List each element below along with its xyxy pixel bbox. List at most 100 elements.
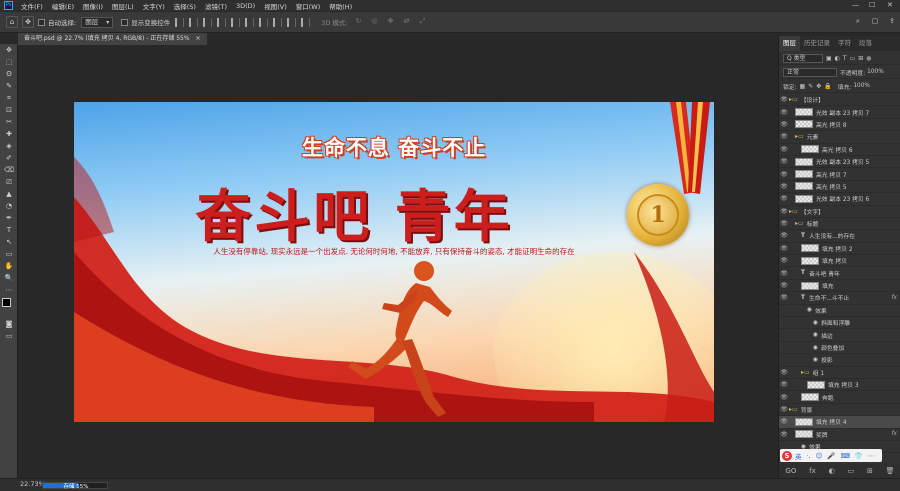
ime-more-icon[interactable]: ⋯ <box>868 452 875 460</box>
visibility-eye-icon[interactable]: 👁 <box>779 431 789 438</box>
close-tab-icon[interactable]: × <box>195 35 200 42</box>
document-tab[interactable]: 奋斗吧.psd @ 22.7% (填充 拷贝 4, RGB/8) - 正在存储 … <box>18 33 207 45</box>
opacity-value[interactable]: 100% <box>867 69 884 75</box>
hand-tool-icon[interactable]: ✋ <box>0 260 18 272</box>
canvas-area[interactable]: 生命不息 奋斗不止 奋斗吧 青年 人生没有停靠站, 现实永远是一个出发点. 无论… <box>18 45 776 483</box>
fill-value[interactable]: 100% <box>853 83 870 89</box>
visibility-eye-icon[interactable]: 👁 <box>779 183 789 190</box>
share-icon[interactable]: ⇪ <box>886 16 898 28</box>
ime-emoji-icon[interactable]: ☺ <box>816 452 823 460</box>
visibility-eye-icon[interactable]: 👁 <box>779 220 789 227</box>
lock-transparency-icon[interactable]: ▦ <box>800 83 806 90</box>
align-middle-icon[interactable] <box>231 17 241 27</box>
layer-row[interactable]: 👁 奖牌 fx <box>779 429 900 441</box>
align-bottom-icon[interactable] <box>245 17 255 27</box>
maximize-button[interactable]: ☐ <box>869 1 875 9</box>
layer-style-icon[interactable]: fx <box>809 467 816 475</box>
layer-row[interactable]: 👁 填充 <box>779 280 900 293</box>
screen-mode-icon[interactable]: ▭ <box>0 330 18 342</box>
workspace-icon[interactable]: ▢ <box>869 16 881 28</box>
layer-row[interactable]: 👁 光效 副本 23 拷贝 7 <box>779 106 900 119</box>
filter-toggle-icon[interactable]: ● <box>866 55 871 62</box>
filter-pixel-icon[interactable]: ▣ <box>826 55 832 62</box>
lock-pixels-icon[interactable]: ✎ <box>808 83 813 90</box>
menu-layer[interactable]: 图层(L) <box>112 1 134 11</box>
layer-group-row[interactable]: 👁 ▸▭ 【文字】 <box>779 206 900 218</box>
layer-fx-badge[interactable]: fx <box>892 295 897 301</box>
blend-mode-select[interactable]: 正常 <box>783 67 837 77</box>
poster-artwork[interactable]: 生命不息 奋斗不止 奋斗吧 青年 人生没有停靠站, 现实永远是一个出发点. 无论… <box>74 102 714 422</box>
add-mask-icon[interactable]: ▭ <box>848 467 855 475</box>
lasso-tool-icon[interactable]: ʘ <box>0 68 18 80</box>
layer-effect-row[interactable]: ◉投影 <box>779 354 900 367</box>
folder-icon[interactable]: ▸▭ <box>801 369 810 376</box>
photoshop-logo[interactable]: Ps <box>4 1 13 10</box>
quick-mask-icon[interactable]: ◙ <box>0 318 18 330</box>
layer-group-row[interactable]: 👁 ▸▭ 组 1 <box>779 367 900 379</box>
align-left-icon[interactable] <box>175 17 185 27</box>
layer-group-row[interactable]: 👁 ▸▭ 【设计】 <box>779 94 900 107</box>
visibility-eye-icon[interactable]: 👁 <box>779 195 789 202</box>
layer-effect-row[interactable]: ◉ 描边 <box>779 329 900 342</box>
visibility-eye-icon[interactable]: 👁 <box>779 245 789 252</box>
ime-language-toggle[interactable]: 英 <box>795 451 802 461</box>
visibility-eye-icon[interactable]: 👁 <box>779 294 789 301</box>
visibility-eye-icon[interactable]: 👁 <box>779 418 789 425</box>
layer-row[interactable]: 👁 T 奋斗吧 青年 <box>779 267 900 280</box>
layer-row[interactable]: 👁 光效 副本 23 拷贝 5 <box>779 156 900 169</box>
visibility-eye-icon[interactable]: 👁 <box>779 270 789 277</box>
effect-eye-icon[interactable]: ◉ <box>813 357 818 363</box>
effect-eye-icon[interactable]: ◉ <box>807 307 812 313</box>
brush-tool-icon[interactable]: ◈ <box>0 140 18 152</box>
3d-rotate-icon[interactable]: ↻ <box>353 16 365 28</box>
ime-skin-icon[interactable]: 👕 <box>855 452 863 460</box>
visibility-eye-icon[interactable]: 👁 <box>779 133 789 140</box>
folder-icon[interactable]: ▸▭ <box>789 96 798 103</box>
shape-tool-icon[interactable]: ▭ <box>0 248 18 260</box>
ime-voice-icon[interactable]: 🎤 <box>827 452 835 460</box>
layer-effect-row[interactable]: ◉效果 <box>779 305 900 318</box>
tab-history[interactable]: 历史记录 <box>800 36 834 51</box>
visibility-eye-icon[interactable]: 👁 <box>779 171 789 178</box>
menu-select[interactable]: 选择(S) <box>174 1 196 11</box>
filter-type-icon[interactable]: T <box>843 55 847 62</box>
align-top-icon[interactable] <box>217 17 227 27</box>
blur-tool-icon[interactable]: ▲ <box>0 188 18 200</box>
layer-row[interactable]: 👁 填充 拷贝 2 <box>779 243 900 256</box>
menu-3d[interactable]: 3D(D) <box>236 2 255 10</box>
dodge-tool-icon[interactable]: ◔ <box>0 200 18 212</box>
visibility-eye-icon[interactable]: 👁 <box>779 121 789 128</box>
adjustment-layer-icon[interactable]: ◐ <box>829 467 835 475</box>
layer-row[interactable]: 👁 奔跑 <box>779 391 900 404</box>
layer-row[interactable]: 👁 高光 拷贝 7 <box>779 168 900 181</box>
filter-adjust-icon[interactable]: ◐ <box>835 55 840 62</box>
move-tool-preset-icon[interactable]: ✥ <box>22 16 34 28</box>
visibility-eye-icon[interactable]: 👁 <box>779 282 789 289</box>
marquee-tool-icon[interactable]: ⬚ <box>0 56 18 68</box>
3d-slide-icon[interactable]: ⇄ <box>401 16 413 28</box>
lock-all-icon[interactable]: 🔒 <box>824 83 831 90</box>
menu-file[interactable]: 文件(F) <box>21 1 43 11</box>
auto-select-target-select[interactable]: 图层 <box>81 16 114 28</box>
more-tools-icon[interactable]: ⋯ <box>0 284 18 296</box>
show-transform-checkbox[interactable] <box>121 18 129 26</box>
effect-eye-icon[interactable]: ◉ <box>813 345 818 351</box>
folder-icon[interactable]: ▸▭ <box>795 133 804 140</box>
layer-row[interactable]: 👁 填充 拷贝 4 <box>779 416 900 429</box>
home-icon[interactable]: ⌂ <box>6 16 18 28</box>
layer-effect-row[interactable]: ◉ 斜面和浮雕 <box>779 317 900 330</box>
menu-edit[interactable]: 编辑(E) <box>52 1 74 11</box>
visibility-eye-icon[interactable]: 👁 <box>779 381 789 388</box>
menu-view[interactable]: 视图(V) <box>264 1 287 11</box>
visibility-eye-icon[interactable]: 👁 <box>779 158 789 165</box>
distribute-right-icon[interactable] <box>287 17 297 27</box>
gradient-tool-icon[interactable]: ⎚ <box>0 176 18 188</box>
tab-paragraph[interactable]: 段落 <box>855 36 876 51</box>
visibility-eye-icon[interactable]: 👁 <box>779 146 789 153</box>
eraser-tool-icon[interactable]: ⌫ <box>0 164 18 176</box>
layer-row[interactable]: 👁 填充 拷贝 3 <box>779 379 900 392</box>
sogou-logo-icon[interactable]: S <box>782 450 792 461</box>
ime-punctuation-icon[interactable]: ·, <box>807 452 811 460</box>
visibility-eye-icon[interactable]: 👁 <box>779 369 789 376</box>
3d-scale-icon[interactable]: ⤢ <box>417 16 429 28</box>
